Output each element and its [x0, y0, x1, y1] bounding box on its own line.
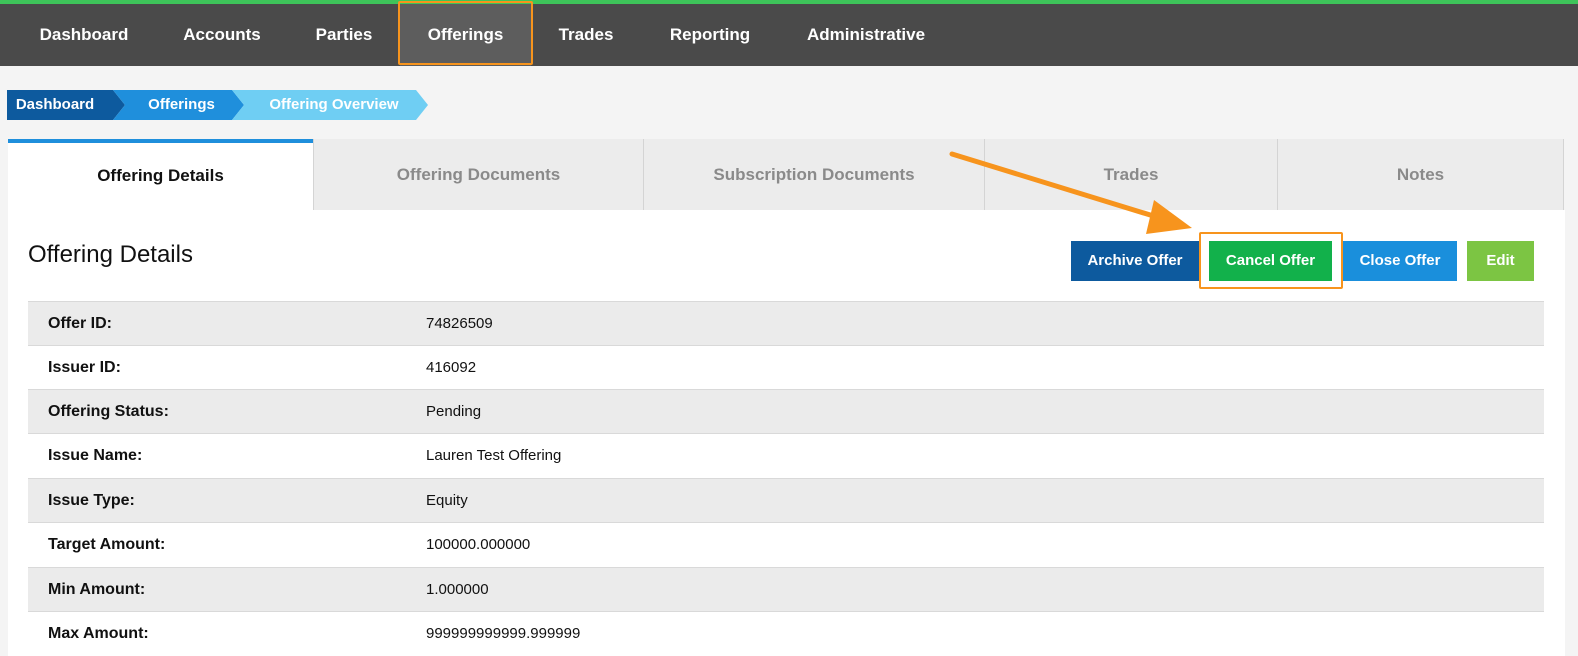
edit-button[interactable]: Edit: [1467, 241, 1534, 281]
archive-offer-button[interactable]: Archive Offer: [1071, 241, 1199, 281]
table-row: Offering Status: Pending: [28, 389, 1544, 433]
close-offer-button[interactable]: Close Offer: [1343, 241, 1457, 281]
field-label: Offer ID:: [48, 315, 112, 332]
nav-item-trades[interactable]: Trades: [540, 4, 632, 66]
table-row: Issue Type: Equity: [28, 478, 1544, 522]
tab-trades[interactable]: Trades: [984, 139, 1277, 211]
table-row: Issuer ID: 416092: [28, 345, 1544, 389]
field-label: Max Amount:: [48, 625, 149, 642]
field-value: 74826509: [426, 315, 493, 332]
tab-subscription-documents[interactable]: Subscription Documents: [643, 139, 984, 211]
field-value: 100000.000000: [426, 536, 531, 553]
field-value: Pending: [426, 403, 482, 420]
nav-item-offerings[interactable]: Offerings: [400, 4, 531, 66]
tab-offering-details[interactable]: Offering Details: [8, 139, 313, 211]
field-value: 416092: [426, 359, 477, 376]
table-row: Min Amount: 1.000000: [28, 567, 1544, 611]
breadcrumb-label: Offering Overview: [269, 96, 399, 113]
nav-item-dashboard[interactable]: Dashboard: [20, 4, 148, 66]
field-label: Issue Type:: [48, 492, 135, 509]
field-value: Equity: [426, 492, 468, 509]
top-navigation: Dashboard Accounts Parties Offerings Tra…: [0, 0, 1578, 66]
table-row: Max Amount: 999999999999.999999: [28, 611, 1544, 655]
field-value: Lauren Test Offering: [426, 447, 562, 464]
breadcrumb-offerings[interactable]: Offerings: [113, 90, 244, 120]
field-value: 1.000000: [426, 581, 489, 598]
nav-item-reporting[interactable]: Reporting: [650, 4, 770, 66]
breadcrumb-label: Offerings: [148, 96, 215, 113]
tab-offering-documents[interactable]: Offering Documents: [313, 139, 643, 211]
breadcrumb-offering-overview[interactable]: Offering Overview: [232, 90, 428, 120]
section-title: Offering Details: [28, 241, 193, 268]
field-label: Issuer ID:: [48, 359, 121, 376]
table-row: Offer ID: 74826509: [28, 301, 1544, 345]
table-row: Target Amount: 100000.000000: [28, 522, 1544, 566]
field-label: Offering Status:: [48, 403, 169, 420]
nav-item-parties[interactable]: Parties: [296, 4, 392, 66]
cancel-offer-button[interactable]: Cancel Offer: [1209, 241, 1332, 281]
breadcrumb-dashboard[interactable]: Dashboard: [7, 90, 125, 120]
nav-item-accounts[interactable]: Accounts: [166, 4, 278, 66]
table-row: Issue Name: Lauren Test Offering: [28, 433, 1544, 477]
field-label: Target Amount:: [48, 536, 166, 553]
nav-item-administrative[interactable]: Administrative: [790, 4, 942, 66]
field-label: Issue Name:: [48, 447, 143, 464]
field-value: 999999999999.999999: [426, 625, 581, 642]
field-label: Min Amount:: [48, 581, 146, 598]
tab-notes[interactable]: Notes: [1277, 139, 1564, 211]
breadcrumb-label: Dashboard: [15, 96, 95, 113]
